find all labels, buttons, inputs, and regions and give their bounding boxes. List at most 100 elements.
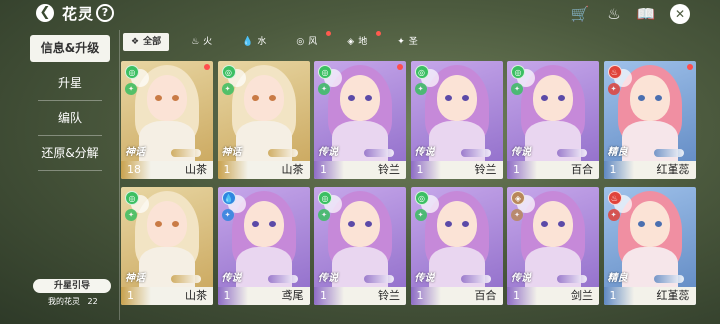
flower-name: 山茶	[185, 163, 207, 176]
rarity-label: 传说	[318, 147, 338, 158]
star-rank-icon	[557, 275, 587, 283]
flower-name: 红堇蕊	[656, 289, 690, 302]
flower-card[interactable]: ◎ ✦ 传说 1 铃兰	[314, 61, 406, 179]
close-icon[interactable]: ✕	[670, 4, 690, 24]
wind-element-icon: ◎	[125, 191, 139, 205]
notification-dot	[376, 31, 382, 36]
flower-card[interactable]: ◎ ✦ 神话 1 山茶	[217, 61, 310, 179]
shop-cart-icon[interactable]: 🛒	[570, 4, 590, 24]
level-value: 1	[603, 287, 634, 305]
help-button[interactable]: ?	[96, 4, 114, 22]
class-badge-icon: ✦	[511, 209, 523, 221]
sidebar-item-formation[interactable]: 编队	[30, 105, 110, 136]
flower-count-label: 我的花灵	[48, 297, 80, 306]
star-rank-icon	[171, 275, 201, 283]
tab-label: 风	[308, 37, 318, 47]
rarity-label: 神话	[125, 273, 145, 284]
tab-water[interactable]: 💧 水	[234, 33, 274, 51]
flower-name: 山茶	[281, 163, 304, 176]
flower-card[interactable]: 💧 ✦ 传说 1 鸢尾	[217, 187, 310, 305]
flower-card[interactable]: ◎ ✦ 传说 1 百合	[507, 61, 599, 179]
class-badge-icon: ✦	[221, 209, 234, 221]
class-badge-icon: ✦	[221, 83, 234, 95]
card-footer: 1 铃兰	[410, 161, 503, 179]
tab-fire[interactable]: ♨ 火	[183, 33, 220, 51]
level-value: 1	[217, 161, 248, 179]
star-rank-icon	[557, 149, 587, 157]
book-icon[interactable]: 📖	[636, 4, 656, 24]
star-rank-icon	[267, 149, 298, 157]
star-rank-icon	[364, 275, 394, 283]
tab-label: 水	[257, 37, 267, 47]
rarity-label: 精良	[607, 147, 628, 158]
notification-dot	[326, 31, 332, 36]
page-title: 花灵	[62, 5, 95, 23]
earth-element-icon: ◈	[511, 191, 525, 205]
element-filter-tabs: ❖ 全部 ♨ 火 💧 水 ◎ 风 ◈ 地 ✦ 圣	[123, 31, 713, 51]
card-footer: 1 百合	[410, 287, 503, 305]
flower-card[interactable]: ♨ ✦ 精良 1 红堇蕊	[603, 187, 696, 305]
class-badge-icon: ✦	[414, 83, 427, 95]
earth-icon: ◈	[347, 37, 355, 47]
card-footer: 1 红堇蕊	[603, 287, 696, 305]
flower-card[interactable]: ♨ ✦ 精良 1 红堇蕊	[603, 61, 696, 179]
flower-name: 红堇蕊	[656, 163, 690, 176]
sidebar-item-star-up[interactable]: 升星	[30, 70, 110, 101]
flower-name: 铃兰	[378, 163, 400, 176]
flower-card[interactable]: ◈ ✦ 传说 1 剑兰	[507, 187, 599, 305]
flower-name: 百合	[571, 163, 593, 176]
wind-element-icon: ◎	[221, 65, 236, 79]
card-footer: 1 铃兰	[314, 161, 406, 179]
card-footer: 1 红堇蕊	[603, 161, 696, 179]
level-value: 1	[217, 287, 248, 305]
rarity-label: 精良	[607, 273, 628, 284]
flower-name: 铃兰	[378, 289, 400, 302]
wind-element-icon: ◎	[318, 65, 332, 79]
class-badge-icon: ✦	[414, 209, 427, 221]
flower-card[interactable]: ◎ ✦ 神话 18 山茶	[121, 61, 213, 179]
holy-icon: ✦	[397, 37, 405, 47]
divider	[119, 30, 120, 320]
wind-element-icon: ◎	[125, 65, 139, 79]
flower-name: 剑兰	[571, 289, 593, 302]
flower-name: 鸢尾	[281, 289, 304, 302]
flower-card[interactable]: ◎ ✦ 传说 1 铃兰	[314, 187, 406, 305]
class-badge-icon: ✦	[318, 209, 330, 221]
flower-card[interactable]: ◎ ✦ 神话 1 山茶	[121, 187, 213, 305]
water-element-icon: 💧	[221, 191, 236, 205]
card-footer: 1 山茶	[217, 161, 310, 179]
wind-icon: ◎	[296, 37, 305, 47]
level-value: 1	[314, 161, 344, 179]
star-rank-icon	[171, 149, 201, 157]
tab-all[interactable]: ❖ 全部	[123, 33, 170, 51]
star-rank-icon	[267, 275, 298, 283]
level-value: 1	[410, 287, 441, 305]
back-arrow-icon[interactable]: ❮	[36, 4, 54, 22]
class-badge-icon: ✦	[125, 209, 137, 221]
fire-icon: ♨	[191, 37, 200, 47]
flower-card[interactable]: ◎ ✦ 传说 1 百合	[410, 187, 503, 305]
level-value: 1	[121, 287, 151, 305]
tab-holy[interactable]: ✦ 圣	[389, 33, 426, 51]
card-footer: 1 百合	[507, 161, 599, 179]
class-badge-icon: ✦	[607, 209, 620, 221]
class-badge-icon: ✦	[511, 83, 523, 95]
class-badge-icon: ✦	[125, 83, 137, 95]
sidebar-item-restore-decompose[interactable]: 还原&分解	[30, 140, 110, 171]
sidebar-item-info-upgrade[interactable]: 信息&升级	[30, 35, 110, 62]
flower-count: 我的花灵 22	[48, 296, 98, 307]
notification-dot	[397, 64, 403, 70]
star-rank-icon	[460, 275, 491, 283]
tab-earth[interactable]: ◈ 地	[339, 31, 382, 51]
fire-element-icon: ♨	[607, 191, 622, 205]
flower-card[interactable]: ◎ ✦ 传说 1 铃兰	[410, 61, 503, 179]
rarity-label: 传说	[511, 273, 531, 284]
star-up-guide-button[interactable]: 升星引导	[33, 279, 111, 293]
rarity-label: 传说	[511, 147, 531, 158]
level-value: 1	[507, 161, 537, 179]
tab-wind[interactable]: ◎ 风	[288, 31, 332, 51]
flower-name: 山茶	[185, 289, 207, 302]
rarity-label: 传说	[414, 147, 435, 158]
fire-drop-icon[interactable]: ♨	[604, 4, 624, 24]
notification-dot	[686, 64, 693, 70]
